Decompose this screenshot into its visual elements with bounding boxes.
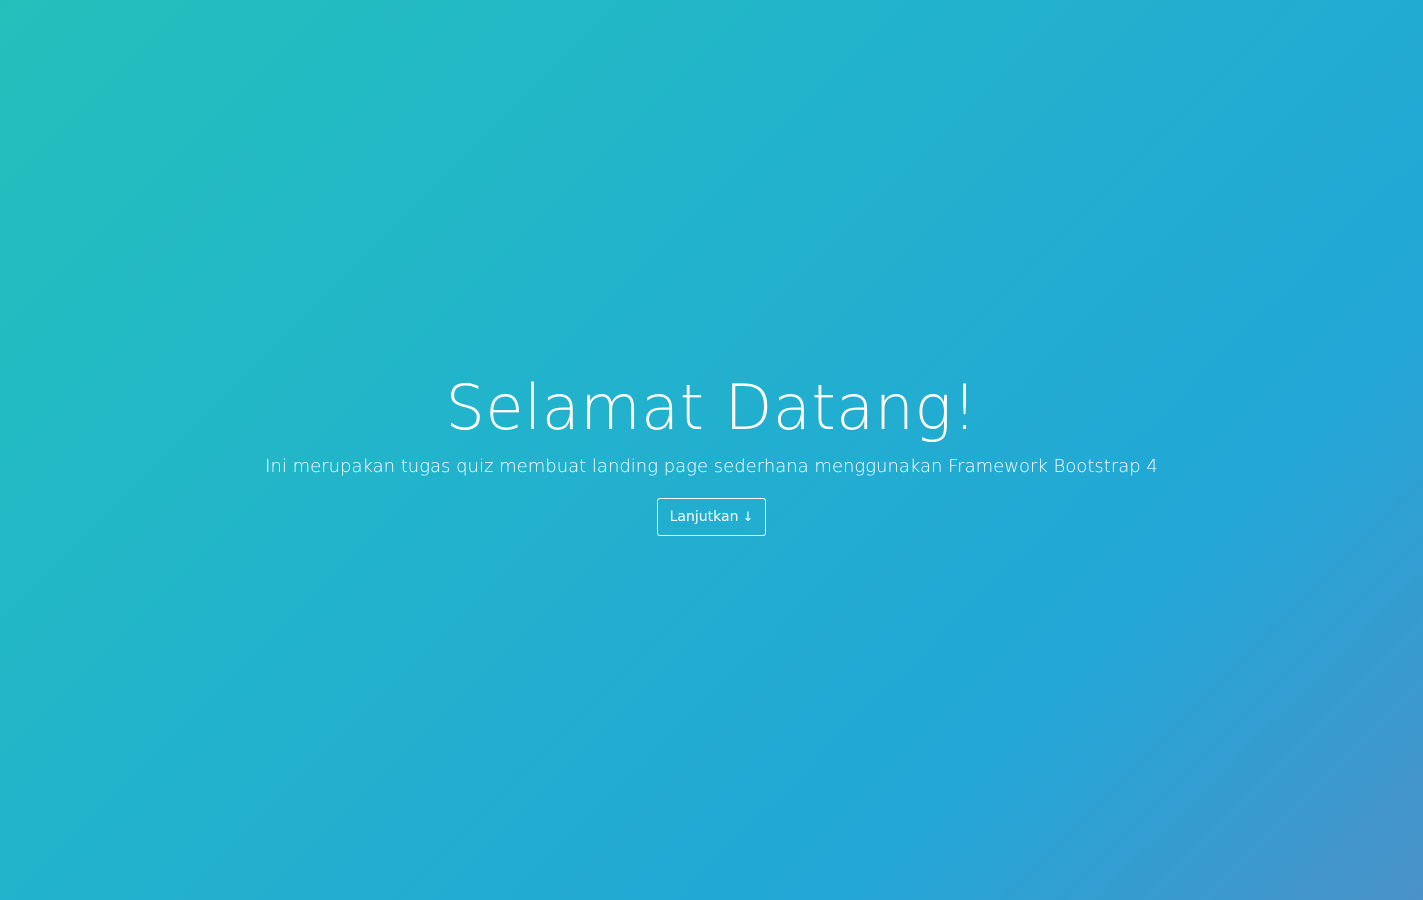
- hero-section: Selamat Datang! Ini merupakan tugas quiz…: [0, 0, 1423, 900]
- hero-title: Selamat Datang!: [445, 371, 978, 444]
- continue-button-label: Lanjutkan: [669, 509, 739, 525]
- hero-subtitle: Ini merupakan tugas quiz membuat landing…: [265, 456, 1158, 477]
- continue-button[interactable]: Lanjutkan ↓: [656, 498, 767, 536]
- arrow-down-icon: ↓: [742, 510, 754, 525]
- hero-content: Selamat Datang! Ini merupakan tugas quiz…: [0, 368, 1423, 536]
